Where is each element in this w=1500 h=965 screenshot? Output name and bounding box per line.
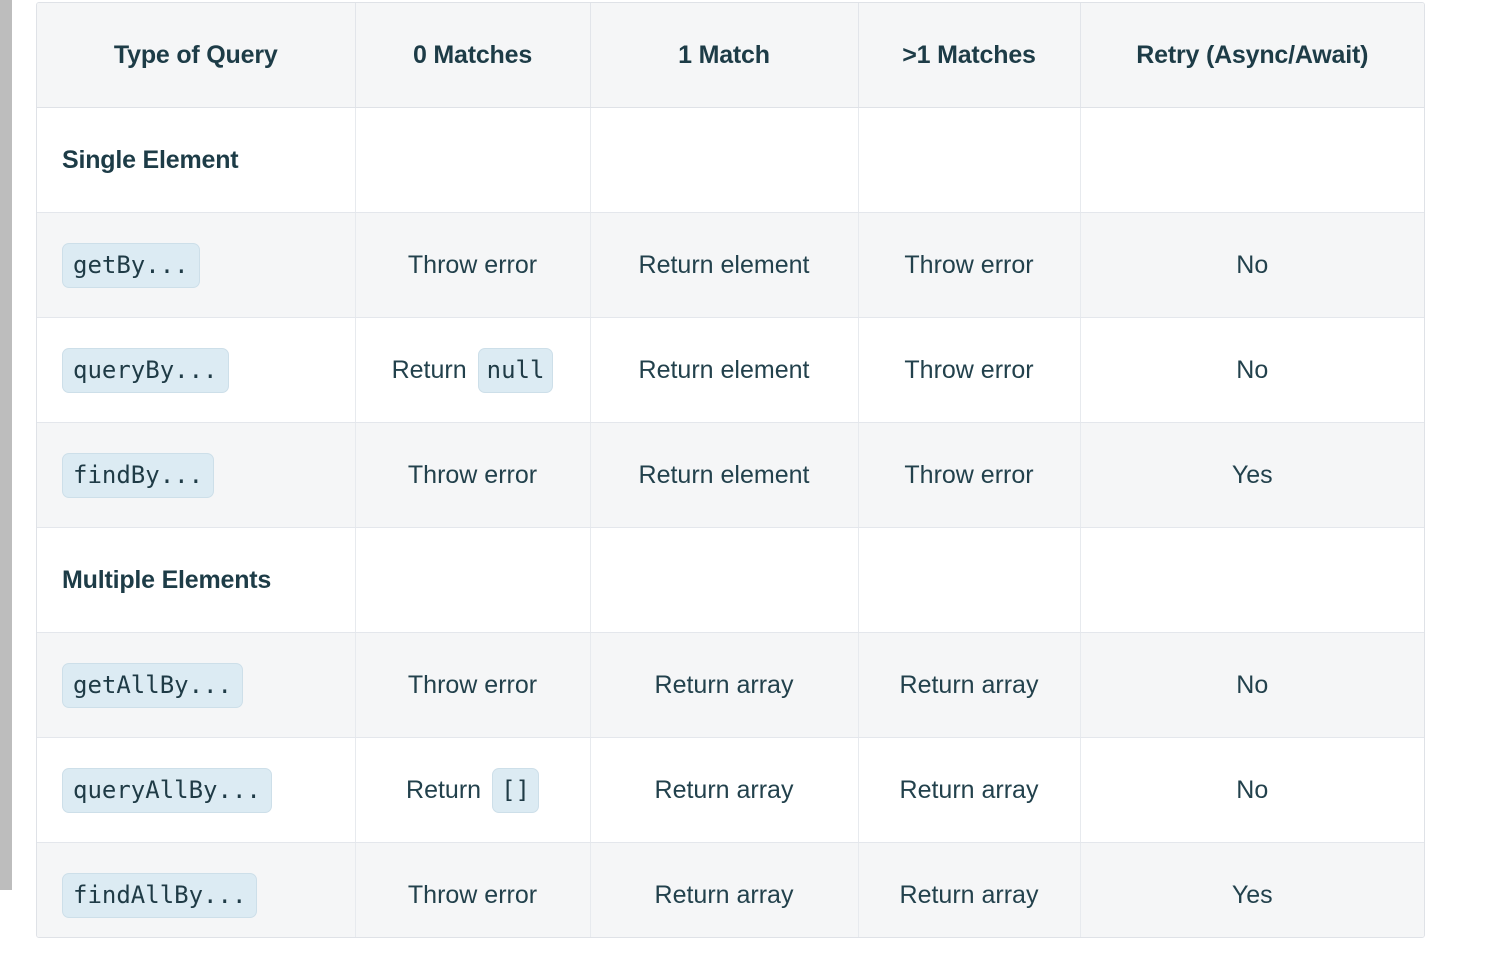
one-match-cell: Return array: [590, 737, 859, 843]
zero-matches-value: Throw error: [407, 880, 538, 909]
section-header-cell: Multiple Elements: [37, 527, 356, 633]
zero-matches-cell: Throw error: [355, 842, 591, 937]
zero-matches-value: Throw error: [407, 460, 538, 489]
retry-value: No: [1236, 670, 1269, 699]
many-matches-value: Return array: [899, 880, 1039, 909]
many-matches-cell: Return array: [858, 737, 1081, 843]
many-matches-cell: [858, 527, 1081, 633]
retry-value: No: [1236, 355, 1269, 384]
table-row: queryBy... Return null Return element Throw …: [37, 317, 1424, 423]
table-body: Single Element getBy... Throw error Return …: [37, 107, 1424, 937]
many-matches-cell: [858, 107, 1081, 213]
query-name-code-chip: queryBy...: [62, 347, 229, 393]
one-match-cell: Return element: [590, 422, 859, 528]
one-match-value: Return element: [638, 460, 810, 489]
column-header-1-match[interactable]: 1 Match: [590, 3, 859, 108]
column-header-type-of-query[interactable]: Type of Query: [37, 3, 356, 108]
many-matches-value: Throw error: [904, 250, 1034, 279]
many-matches-cell: Return array: [858, 632, 1081, 738]
query-name-code-chip: findAllBy...: [62, 872, 258, 918]
retry-cell: [1080, 107, 1424, 213]
column-header-retry[interactable]: Retry (Async/Await): [1080, 3, 1424, 108]
table-row: getBy... Throw error Return element Throw e…: [37, 212, 1424, 318]
query-name-code-chip: getBy...: [62, 242, 200, 288]
one-match-value: Return array: [654, 880, 794, 909]
retry-cell: No: [1080, 737, 1424, 843]
one-match-cell: [590, 107, 859, 213]
one-match-cell: Return element: [590, 317, 859, 423]
many-matches-cell: Throw error: [858, 422, 1081, 528]
page-scrollbar[interactable]: [0, 0, 12, 965]
query-name-code-chip: findBy...: [62, 452, 215, 498]
column-header-0-matches[interactable]: 0 Matches: [355, 3, 591, 108]
zero-matches-value: Throw error: [407, 250, 538, 279]
zero-matches-word: Return: [406, 775, 482, 804]
many-matches-value: Return array: [899, 670, 1039, 699]
retry-cell: [1080, 527, 1424, 633]
query-name-cell: queryBy...: [37, 317, 356, 423]
many-matches-value: Throw error: [904, 460, 1034, 489]
one-match-value: Return array: [654, 670, 794, 699]
one-match-cell: [590, 527, 859, 633]
zero-matches-word: Return: [391, 355, 467, 384]
retry-value: Yes: [1231, 880, 1273, 909]
column-header-gt1-matches[interactable]: >1 Matches: [858, 3, 1081, 108]
zero-matches-cell: Return []: [355, 737, 591, 843]
table-row: queryAllBy... Return [] Return array Return …: [37, 737, 1424, 843]
retry-value: No: [1236, 775, 1269, 804]
zero-matches-cell: Throw error: [355, 632, 591, 738]
many-matches-value: Throw error: [904, 355, 1034, 384]
table-header: Type of Query 0 Matches 1 Match >1 Match…: [37, 3, 1424, 108]
zero-matches-cell: [355, 107, 591, 213]
retry-value: No: [1236, 250, 1269, 279]
testing-library-query-table: Type of Query 0 Matches 1 Match >1 Match…: [37, 3, 1424, 937]
zero-matches-value: Throw error: [407, 670, 538, 699]
query-name-cell: queryAllBy...: [37, 737, 356, 843]
query-name-cell: getBy...: [37, 212, 356, 318]
one-match-value: Return element: [638, 250, 810, 279]
section-header-cell: Single Element: [37, 107, 356, 213]
query-name-cell: findBy...: [37, 422, 356, 528]
table-row: findAllBy... Throw error Return array Retur…: [37, 842, 1424, 937]
zero-matches-cell: Return null: [355, 317, 591, 423]
retry-cell: Yes: [1080, 842, 1424, 937]
table-header-row: Type of Query 0 Matches 1 Match >1 Match…: [37, 3, 1424, 108]
query-name-code-chip: getAllBy...: [62, 662, 243, 708]
zero-matches-cell: [355, 527, 591, 633]
many-matches-cell: Throw error: [858, 317, 1081, 423]
table-row: findBy... Throw error Return element Throw …: [37, 422, 1424, 528]
retry-cell: No: [1080, 632, 1424, 738]
table-row: Single Element: [37, 107, 1424, 213]
query-name-cell: findAllBy...: [37, 842, 356, 937]
many-matches-value: Return array: [899, 775, 1039, 804]
many-matches-cell: Throw error: [858, 212, 1081, 318]
section-header-label: Multiple Elements: [62, 565, 272, 594]
zero-matches-code-chip: null: [477, 347, 554, 393]
query-name-code-chip: queryAllBy...: [62, 767, 272, 813]
zero-matches-value: Return []: [406, 767, 539, 813]
retry-cell: No: [1080, 212, 1424, 318]
one-match-value: Return array: [654, 775, 794, 804]
one-match-cell: Return array: [590, 632, 859, 738]
section-header-label: Single Element: [62, 145, 239, 174]
one-match-value: Return element: [638, 355, 810, 384]
one-match-cell: Return element: [590, 212, 859, 318]
zero-matches-code-chip: []: [492, 767, 539, 813]
query-name-cell: getAllBy...: [37, 632, 356, 738]
zero-matches-cell: Throw error: [355, 422, 591, 528]
retry-cell: No: [1080, 317, 1424, 423]
retry-cell: Yes: [1080, 422, 1424, 528]
zero-matches-cell: Throw error: [355, 212, 591, 318]
table-row: getAllBy... Throw error Return array Return…: [37, 632, 1424, 738]
many-matches-cell: Return array: [858, 842, 1081, 937]
retry-value: Yes: [1231, 460, 1273, 489]
table-row: Multiple Elements: [37, 527, 1424, 633]
one-match-cell: Return array: [590, 842, 859, 937]
query-table-container: Type of Query 0 Matches 1 Match >1 Match…: [36, 2, 1425, 938]
zero-matches-value: Return null: [391, 347, 554, 393]
page-scrollbar-thumb[interactable]: [0, 0, 12, 890]
